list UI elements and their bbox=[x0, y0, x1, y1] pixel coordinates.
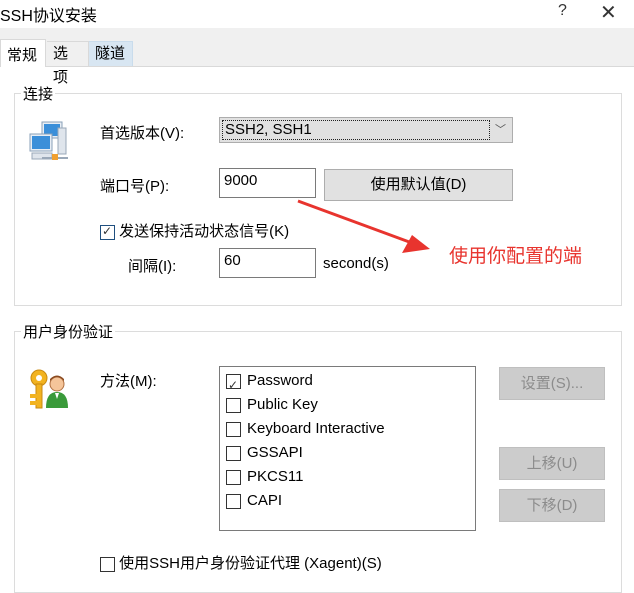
xagent-check-box[interactable] bbox=[100, 556, 115, 572]
key-user-icon bbox=[26, 368, 72, 414]
list-item-label: CAPI bbox=[247, 492, 283, 509]
tab-tunnel[interactable]: 隧道 bbox=[89, 41, 133, 66]
annotation-text: 使用你配置的端 bbox=[449, 246, 583, 267]
xagent-label: 使用SSH用户身份验证代理 (Xagent)(S) bbox=[119, 555, 382, 572]
network-computers-icon bbox=[28, 120, 72, 164]
capi-checkbox[interactable] bbox=[226, 493, 241, 509]
version-select-value: SSH2, SSH1 bbox=[222, 120, 490, 140]
gssapi-checkbox[interactable] bbox=[226, 445, 241, 461]
list-item-label: Password bbox=[247, 372, 313, 389]
password-checkbox[interactable]: ✓ bbox=[226, 373, 241, 392]
public-key-checkbox[interactable] bbox=[226, 397, 241, 413]
port-input[interactable]: 9000 bbox=[219, 168, 316, 198]
connection-legend: 连接 bbox=[21, 83, 56, 104]
list-item-pkcs11[interactable]: PKCS11 bbox=[226, 465, 303, 489]
port-label: 端口号(P): bbox=[100, 178, 170, 195]
tab-options[interactable]: 选项 bbox=[47, 41, 89, 86]
list-item-label: PKCS11 bbox=[247, 468, 304, 485]
version-label: 首选版本(V): bbox=[100, 122, 184, 143]
checkmark-icon: ✓ bbox=[102, 223, 113, 238]
version-select[interactable]: SSH2, SSH1 ﹀ bbox=[219, 117, 513, 143]
move-up-button[interactable]: 上移(U) bbox=[499, 447, 605, 480]
auth-methods-list[interactable]: ✓ Password Public Key Keyboard Interactiv… bbox=[219, 366, 476, 531]
keyboard-interactive-checkbox[interactable] bbox=[226, 421, 241, 437]
method-label: 方法(M): bbox=[100, 373, 157, 390]
move-down-button[interactable]: 下移(D) bbox=[499, 489, 605, 522]
list-item-public-key[interactable]: Public Key bbox=[226, 393, 318, 417]
keepalive-checkbox[interactable]: ✓ 发送保持活动状态信号(K) bbox=[100, 220, 289, 241]
keepalive-label: 发送保持活动状态信号(K) bbox=[119, 223, 290, 240]
list-item-label: Public Key bbox=[247, 396, 318, 413]
chevron-down-icon: ﹀ bbox=[495, 124, 506, 136]
list-item-keyboard-interactive[interactable]: Keyboard Interactive bbox=[226, 417, 385, 441]
version-label-text: 首选版本(V): bbox=[100, 125, 185, 142]
settings-button[interactable]: 设置(S)... bbox=[499, 367, 605, 400]
window-title: SSH协议安装 bbox=[0, 8, 97, 25]
keepalive-check-box[interactable]: ✓ bbox=[100, 223, 115, 240]
interval-label: 间隔(I): bbox=[128, 258, 177, 275]
auth-legend: 用户身份验证 bbox=[21, 321, 116, 342]
list-item-label: Keyboard Interactive bbox=[247, 420, 385, 437]
annotation-arrow-icon bbox=[297, 199, 430, 253]
xagent-checkbox[interactable]: 使用SSH用户身份验证代理 (Xagent)(S) bbox=[100, 552, 382, 573]
list-item-label: GSSAPI bbox=[247, 444, 303, 461]
close-button[interactable]: ✕ bbox=[600, 0, 617, 25]
tab-divider bbox=[46, 66, 634, 67]
help-button[interactable]: ? bbox=[558, 2, 567, 20]
list-item-password[interactable]: ✓ Password bbox=[226, 369, 313, 393]
tab-general[interactable]: 常规 bbox=[0, 39, 46, 67]
list-item-gssapi[interactable]: GSSAPI bbox=[226, 441, 303, 465]
list-item-capi[interactable]: CAPI bbox=[226, 489, 282, 513]
pkcs11-checkbox[interactable] bbox=[226, 469, 241, 485]
